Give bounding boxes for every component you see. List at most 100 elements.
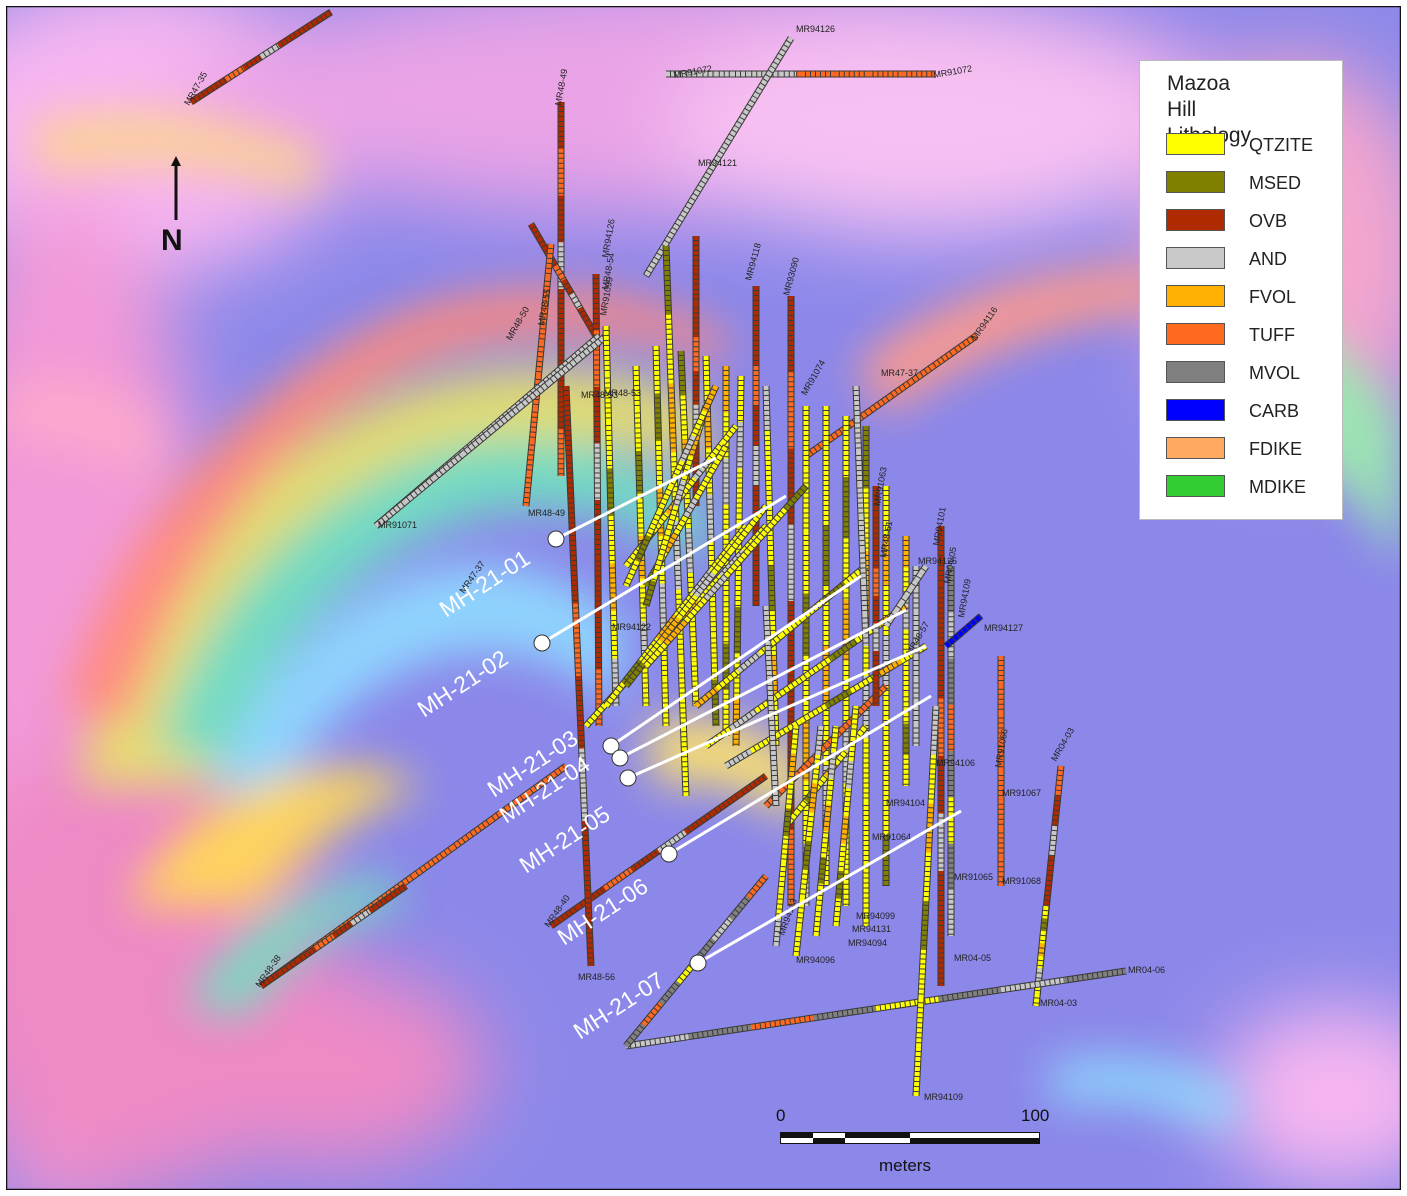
planned-hole-collar (533, 634, 551, 652)
legend-label: FDIKE (1249, 439, 1303, 459)
drillhole-segment (1033, 993, 1040, 1007)
legend-item-and: AND (1166, 247, 1336, 271)
legend-swatch (1166, 247, 1225, 269)
planned-hole-collar (547, 530, 565, 548)
drillhole-segment (771, 755, 778, 782)
legend-swatch (1166, 361, 1225, 383)
legend-item-fvol: FVOL (1166, 285, 1336, 309)
drillhole-segment (691, 661, 699, 707)
drillhole-label: MR91068 (1002, 876, 1041, 886)
drillhole-segment (768, 565, 775, 612)
drillhole-segment (1038, 943, 1045, 957)
drillhole-label: MR04-05 (954, 953, 991, 963)
drillhole-segment (609, 563, 616, 612)
drillhole-segment (678, 350, 686, 396)
drillhole-segment (603, 325, 610, 374)
drillhole-segment (566, 458, 575, 532)
legend-item-msed: MSED (1166, 171, 1336, 195)
planned-hole-collar (689, 954, 707, 972)
drillhole-label: MR94096 (796, 955, 835, 965)
drillhole-segment (763, 605, 770, 632)
drillhole-label: MR94127 (984, 623, 1023, 633)
drillhole-label: MR94131 (852, 924, 891, 934)
drillhole-segment (611, 610, 618, 659)
drillhole-segment (654, 393, 661, 442)
legend-label: MVOL (1249, 363, 1301, 383)
drillhole-segment (772, 780, 779, 807)
drillhole-segment (608, 515, 615, 564)
legend-item-mvol: MVOL (1166, 361, 1336, 385)
scale-unit-label: meters (879, 1156, 931, 1175)
drillhole-segment (768, 705, 775, 732)
drillhole-segment (686, 528, 693, 573)
drillhole-segment (766, 475, 773, 522)
legend-label: CARB (1249, 401, 1300, 421)
legend-title-word-2: Hill (1167, 98, 1197, 121)
lithology-legend: Mazoa Hill Lithology QTZITEMSEDOVBANDFVO… (1139, 60, 1343, 520)
drillhole-segment (764, 430, 771, 477)
drillhole-segment (607, 468, 614, 517)
drillhole-label: MR94121 (698, 158, 737, 168)
drillhole-segment (763, 385, 770, 432)
drillhole-segment (680, 395, 688, 440)
drillhole-segment (653, 345, 660, 394)
drillhole-segment (639, 578, 646, 622)
drillhole-label: MR94122 (612, 622, 651, 632)
drillhole-label: MR94109 (924, 1092, 963, 1102)
drillhole-label: MR04-06 (1128, 965, 1165, 975)
drillhole-segment (1037, 955, 1044, 969)
scale-seg (845, 1133, 910, 1138)
drillhole-label: MR91064 (872, 832, 911, 842)
legend-title-word-1: Mazoa (1167, 72, 1231, 95)
legend-swatch (1166, 133, 1225, 155)
legend-item-carb: CARB (1166, 399, 1336, 423)
drillhole-segment (662, 678, 669, 727)
drillhole-label: MR91065 (954, 872, 993, 882)
scale-bar: 0 100 meters (776, 1106, 1056, 1186)
legend-label: FVOL (1249, 287, 1297, 307)
drillhole-segment (637, 493, 644, 537)
drillhole-segment (1039, 930, 1046, 944)
legend-item-fdike: FDIKE (1166, 437, 1336, 461)
drillhole-label: MR94099 (856, 911, 895, 921)
map-frame: MR47-35 MR48-49 MR94126 MR91072 MR91072 MR941… (0, 0, 1407, 1196)
drillhole-label: MR47-37 (881, 368, 918, 378)
legend-label: AND (1249, 249, 1288, 269)
drillhole-label: MR94126 (796, 24, 835, 34)
planned-hole-collar (660, 845, 678, 863)
drillhole-segment (572, 603, 581, 677)
drillhole-label: MR48-53 (604, 388, 641, 398)
drillhole-label: MR94104 (886, 798, 925, 808)
drillhole-segment (569, 530, 578, 604)
drillhole-label: MR94106 (936, 758, 975, 768)
scale-max-label: 100 (1021, 1106, 1050, 1125)
legend-label: MDIKE (1249, 477, 1307, 497)
drillhole-segment (769, 610, 776, 657)
north-arrow-icon (171, 156, 181, 220)
legend-swatch (1166, 437, 1225, 459)
drillhole-segment (1042, 905, 1049, 919)
drillhole-segment (634, 408, 641, 452)
legend-swatch (1166, 285, 1225, 307)
legend-item-mdike: MDIKE (1166, 475, 1336, 499)
drillhole-segment (656, 440, 663, 489)
legend-label: TUFF (1249, 325, 1295, 345)
drillhole-label: MR91067 (1002, 788, 1041, 798)
drillhole-segment (606, 420, 613, 469)
drillhole-segment (636, 450, 643, 494)
drillhole-segment (642, 663, 649, 707)
drillhole-segment (563, 385, 572, 459)
legend-item-tuff: TUFF (1166, 323, 1336, 347)
legend-swatch (1166, 475, 1225, 497)
legend-label: QTZITE (1249, 135, 1313, 155)
drillhole-label: MR91071 (378, 520, 417, 530)
legend-item-ovb: OVB (1166, 209, 1336, 233)
drillhole-segment (1036, 968, 1043, 982)
legend-swatch (1166, 209, 1225, 231)
drillhole-label: MR04-03 (1040, 998, 1077, 1008)
drillhole-label: MR48-56 (578, 972, 615, 982)
drillhole-segment (689, 617, 697, 662)
scale-seg (910, 1138, 1040, 1143)
legend-label: OVB (1249, 211, 1288, 231)
legend-item-qtzite: QTZITE (1166, 133, 1336, 157)
